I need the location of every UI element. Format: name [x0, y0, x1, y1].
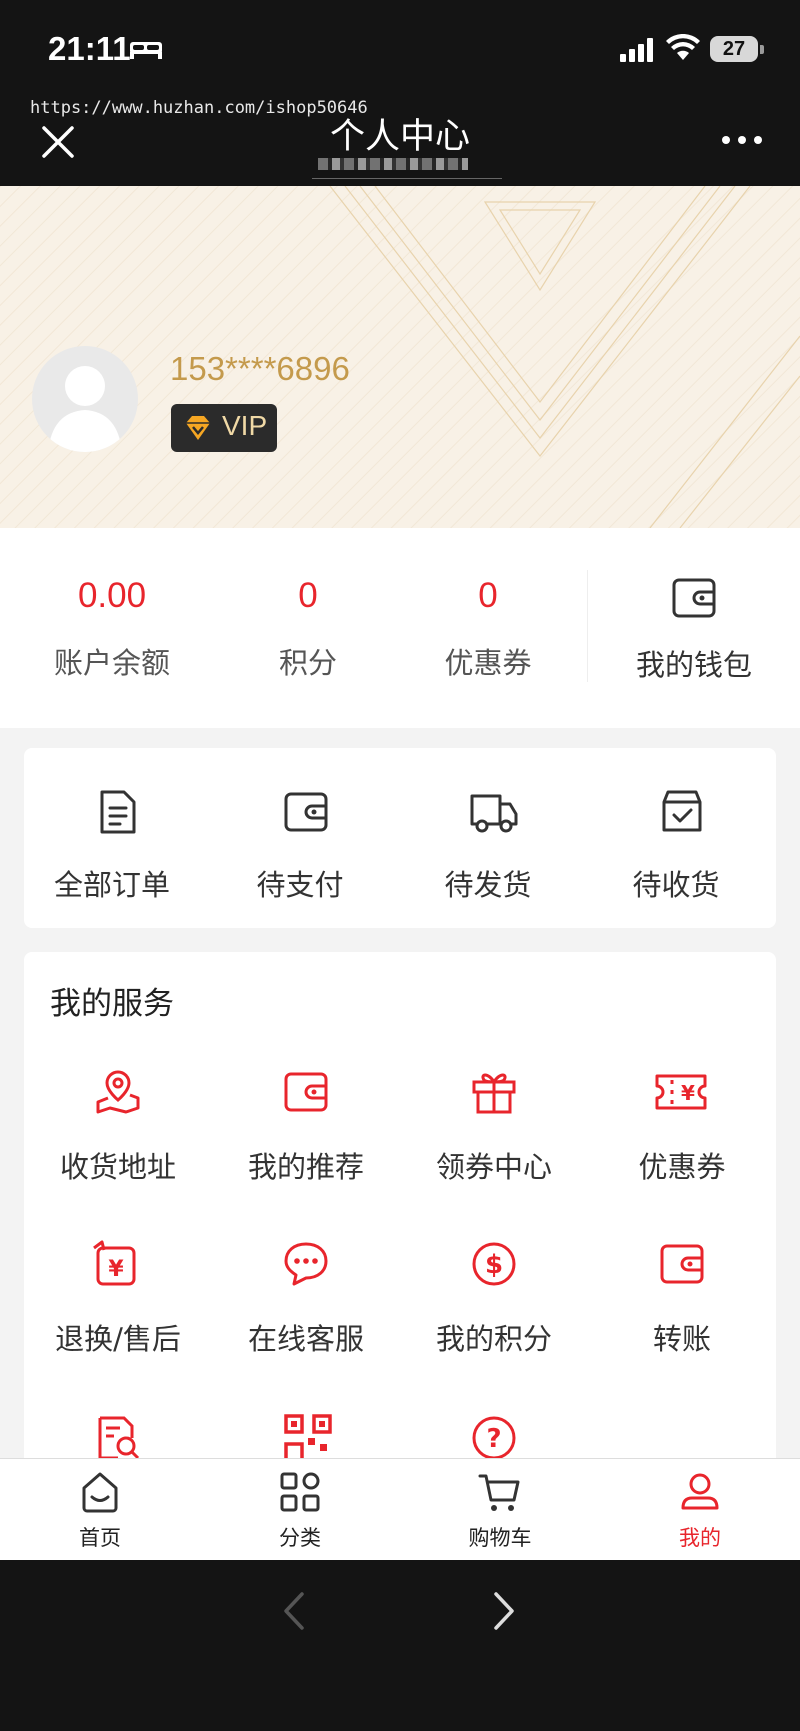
default-avatar-icon: [48, 366, 122, 452]
service-support-label[interactable]: 在线客服: [212, 1316, 400, 1358]
service-coupon-center-label[interactable]: 领券中心: [400, 1144, 588, 1186]
profile-header: [0, 186, 800, 528]
battery-tip: [760, 45, 764, 54]
diamond-icon: [186, 416, 210, 440]
document-icon[interactable]: [94, 788, 142, 836]
nav-category-label[interactable]: 分类: [200, 1522, 400, 1552]
points-label: 积分: [278, 646, 337, 680]
cart-icon[interactable]: [478, 1470, 522, 1514]
service-coupons-label[interactable]: 优惠券: [588, 1144, 776, 1186]
service-points-label[interactable]: 我的积分: [400, 1316, 588, 1358]
page-title: 个人中心: [329, 117, 470, 157]
wifi-icon: [666, 34, 700, 60]
order-unpaid-label[interactable]: 待支付: [206, 862, 394, 904]
order-to-ship-label[interactable]: 待发货: [394, 862, 582, 904]
signal-icon: [620, 38, 653, 62]
browser-toolbar: [0, 1560, 800, 1731]
box-check-icon[interactable]: [658, 788, 706, 836]
coupons-value[interactable]: 0: [388, 576, 588, 616]
grid-icon[interactable]: [278, 1470, 322, 1514]
balance-label: 账户余额: [53, 646, 170, 680]
avatar[interactable]: [32, 346, 138, 452]
wallet-icon[interactable]: [658, 1240, 706, 1288]
service-after-sales-label[interactable]: 退换/售后: [24, 1316, 212, 1358]
profile-background-pattern: [0, 186, 800, 528]
points-value[interactable]: 0: [208, 576, 408, 616]
vip-label: VIP: [222, 410, 268, 441]
location-icon[interactable]: [94, 1068, 142, 1116]
my-wallet-label[interactable]: 我的钱包: [600, 642, 788, 684]
bed-icon: [130, 42, 162, 59]
blurred-subtitle: [318, 158, 468, 170]
svg-text:?: ?: [486, 1424, 501, 1454]
svg-text:¥: ¥: [681, 1081, 695, 1105]
order-to-receive-label[interactable]: 待收货: [582, 862, 770, 904]
order-all-label[interactable]: 全部订单: [18, 862, 206, 904]
balance-value[interactable]: 0.00: [12, 576, 212, 616]
ticket-icon[interactable]: ¥: [654, 1068, 708, 1116]
nav-cart-label[interactable]: 购物车: [400, 1522, 600, 1552]
services-card: [24, 952, 776, 1472]
stats-divider: [587, 570, 588, 682]
services-title: 我的服务: [50, 986, 174, 1022]
status-time: 21:11: [48, 30, 131, 67]
back-arrow-icon[interactable]: [282, 1590, 306, 1632]
nav-mine-label[interactable]: 我的: [600, 1522, 800, 1552]
svg-text:¥: ¥: [108, 1257, 124, 1282]
truck-icon[interactable]: [470, 788, 518, 836]
svg-text:$: $: [485, 1250, 503, 1280]
forward-arrow-icon[interactable]: [492, 1590, 516, 1632]
service-referral-label[interactable]: 我的推荐: [212, 1144, 400, 1186]
help-icon[interactable]: ?: [470, 1414, 518, 1462]
account-stats: [0, 528, 800, 728]
wallet-icon[interactable]: [282, 788, 330, 836]
dollar-icon[interactable]: $: [470, 1240, 518, 1288]
chat-icon[interactable]: [282, 1240, 330, 1288]
user-phone: 153****6896: [170, 350, 350, 387]
wallet-icon[interactable]: [282, 1068, 330, 1116]
nav-home-label[interactable]: 首页: [0, 1522, 200, 1552]
qrcode-icon[interactable]: [284, 1414, 332, 1462]
coupons-label: 优惠券: [444, 646, 532, 680]
wallet-icon[interactable]: [670, 574, 718, 622]
home-icon[interactable]: [78, 1470, 122, 1514]
user-icon[interactable]: [678, 1470, 722, 1514]
search-document-icon[interactable]: [94, 1414, 142, 1462]
battery-indicator: 27: [710, 36, 758, 62]
service-transfer-label[interactable]: 转账: [588, 1316, 776, 1358]
gift-icon[interactable]: [470, 1068, 518, 1116]
more-icon[interactable]: [720, 130, 764, 150]
service-address-label[interactable]: 收货地址: [24, 1144, 212, 1186]
refund-icon[interactable]: ¥: [92, 1240, 140, 1288]
title-underline: [312, 178, 502, 179]
